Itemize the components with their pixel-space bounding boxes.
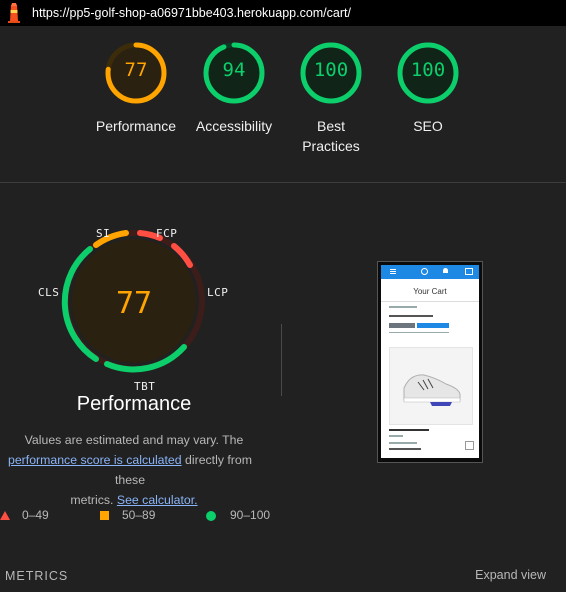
metric-label-cls: CLS bbox=[38, 286, 60, 299]
description-line-2: performance score is calculated directly… bbox=[0, 450, 264, 490]
thumbnail-button bbox=[417, 323, 449, 328]
thumbnail-text-line bbox=[389, 315, 433, 317]
score-legend: 0–49 50–89 90–100 bbox=[0, 508, 300, 524]
thumbnail-button bbox=[389, 323, 415, 328]
final-screenshot-thumbnail[interactable]: Your Cart bbox=[377, 261, 483, 463]
page-url[interactable]: https://pp5-golf-shop-a06971bbe403.herok… bbox=[32, 6, 351, 20]
legend-average-label: 50–89 bbox=[122, 508, 156, 522]
description-line-1: Values are estimated and may vary. The bbox=[24, 433, 244, 447]
description-text-3: metrics. bbox=[70, 493, 117, 507]
gauge-label-performance: Performance bbox=[95, 118, 177, 134]
gauge-label-seo: SEO bbox=[413, 118, 443, 134]
golf-shoe-icon bbox=[403, 374, 461, 406]
gauge-label-best-practices: Best Practices bbox=[302, 118, 360, 154]
gauge-accessibility[interactable]: 94 Accessibility bbox=[186, 40, 282, 136]
performance-score-link[interactable]: performance score is calculated bbox=[8, 453, 182, 467]
thumbnail-content: Your Cart bbox=[381, 279, 479, 458]
thumbnail-text-line bbox=[389, 435, 403, 437]
thumbnail-text-line bbox=[389, 448, 421, 450]
metric-label-fcp: FCP bbox=[156, 227, 178, 240]
thumbnail-navbar bbox=[381, 265, 479, 279]
gauge-best-practices[interactable]: 100 Best Practices bbox=[283, 40, 379, 156]
url-bar: https://pp5-golf-shop-a06971bbe403.herok… bbox=[0, 0, 566, 26]
cart-icon bbox=[465, 268, 473, 275]
gauge-seo[interactable]: 100 SEO bbox=[380, 40, 476, 136]
pass-circle-icon bbox=[206, 511, 216, 521]
legend-pass-label: 90–100 bbox=[230, 508, 271, 522]
performance-title: Performance bbox=[76, 393, 192, 415]
search-icon bbox=[421, 268, 428, 275]
metric-label-lcp: LCP bbox=[207, 286, 229, 299]
performance-score: 77 bbox=[115, 286, 153, 321]
metric-label-si: SI bbox=[96, 227, 111, 240]
gauge-score-seo: 100 bbox=[410, 59, 446, 81]
menu-icon bbox=[390, 269, 396, 270]
thumbnail-text-line bbox=[389, 332, 449, 333]
lighthouse-logo-icon bbox=[8, 3, 20, 23]
average-square-icon bbox=[100, 511, 109, 520]
gauge-performance[interactable]: 77 Performance bbox=[88, 40, 184, 136]
thumbnail-text-line bbox=[389, 429, 429, 431]
shoe-image bbox=[389, 347, 473, 425]
thumbnail-quantity-box bbox=[465, 441, 474, 450]
account-icon bbox=[443, 268, 448, 273]
description-line-3: metrics. See calculator. bbox=[0, 490, 268, 510]
metrics-heading: METRICS bbox=[5, 569, 69, 583]
gauge-score-performance: 77 bbox=[124, 59, 148, 81]
gauge-score-accessibility: 94 bbox=[222, 59, 246, 81]
thumbnail-rule bbox=[381, 301, 479, 302]
vertical-separator bbox=[281, 324, 282, 396]
fail-triangle-icon bbox=[0, 511, 10, 520]
legend-fail-label: 0–49 bbox=[22, 508, 49, 522]
performance-description: Values are estimated and may vary. The p… bbox=[0, 430, 268, 510]
metric-label-tbt: TBT bbox=[134, 380, 156, 393]
thumbnail-cart-title: Your Cart bbox=[413, 287, 447, 296]
thumbnail-text-line bbox=[389, 442, 417, 444]
category-gauges: 77 Performance 94 Accessibility 100 Best… bbox=[0, 40, 566, 170]
expand-view-toggle[interactable]: Expand view bbox=[475, 568, 546, 582]
section-divider bbox=[0, 182, 566, 183]
thumbnail-text-line bbox=[389, 306, 417, 308]
calculator-link[interactable]: See calculator. bbox=[117, 493, 198, 507]
gauge-label-accessibility: Accessibility bbox=[195, 118, 273, 134]
gauge-score-best-practices: 100 bbox=[313, 59, 349, 81]
